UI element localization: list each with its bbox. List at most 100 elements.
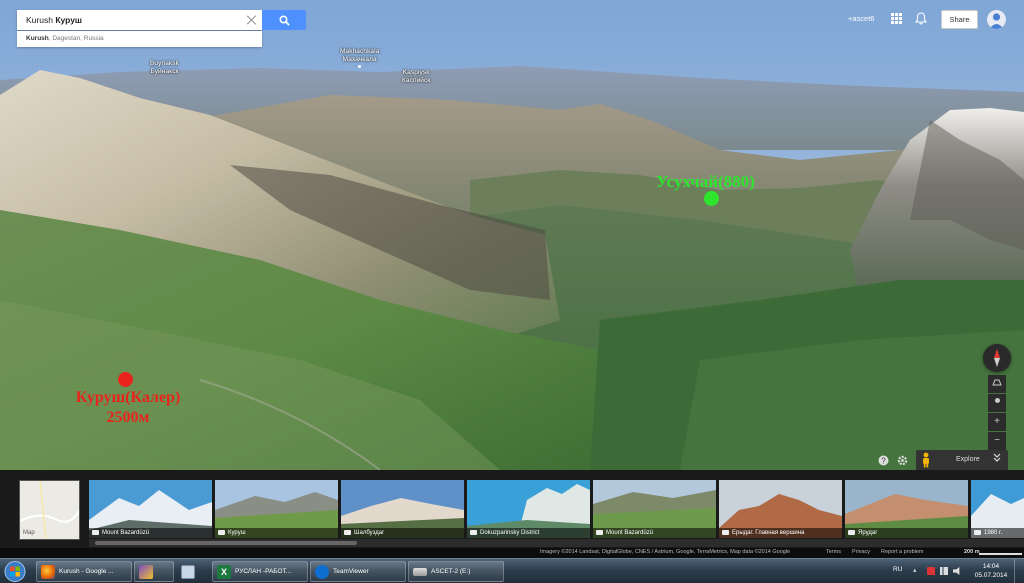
- search-query-latin: Kurush: [26, 15, 53, 25]
- svg-text:?: ?: [881, 456, 886, 465]
- report-problem-link[interactable]: Report a problem: [881, 549, 924, 555]
- scale-label: 200 m: [964, 549, 980, 555]
- clock-date[interactable]: 05.07.2014: [971, 572, 1011, 579]
- thumb-caption: Куруш: [228, 530, 246, 536]
- windows-taskbar: Kurush - Google ... X РУСЛАН -РАБОТ... T…: [0, 558, 1024, 583]
- photo-thumbnail[interactable]: 1980 г.: [971, 480, 1024, 538]
- thumb-caption: 1980 г.: [984, 530, 1003, 536]
- privacy-link[interactable]: Privacy: [852, 549, 870, 555]
- thumb-caption: Dokuzparinsky District: [480, 530, 540, 536]
- city-local-name: Буйнакск: [150, 68, 179, 75]
- tilt-control[interactable]: [988, 375, 1006, 393]
- photo-thumbnail[interactable]: Куруш: [215, 480, 338, 538]
- taskbar-item-teamviewer[interactable]: TeamViewer: [310, 561, 406, 582]
- calculator-icon: [181, 564, 195, 579]
- chevron-up-icon[interactable]: ▴: [913, 567, 921, 575]
- scale-bar: [979, 553, 1022, 555]
- suggestion-bold: Kurush: [26, 35, 49, 42]
- explore-label[interactable]: Explore: [956, 456, 980, 463]
- firefox-icon: [41, 564, 55, 579]
- photo-thumbnail[interactable]: Mount Bazardüzü: [593, 480, 716, 538]
- gear-icon[interactable]: [895, 453, 909, 467]
- taskbar-item-app[interactable]: [134, 561, 174, 582]
- avatar[interactable]: [987, 10, 1006, 29]
- user-name-link[interactable]: +ascet6: [848, 14, 874, 23]
- share-button[interactable]: Share: [941, 10, 978, 29]
- my-location-button[interactable]: [988, 394, 1006, 412]
- search-box[interactable]: Kurush Куруш: [17, 10, 262, 30]
- thumb-caption: Ерыдаг. Главная вершина: [732, 530, 805, 536]
- taskbar-item-calculator[interactable]: [176, 561, 206, 582]
- teamviewer-icon: [315, 564, 329, 579]
- map-label-makhachkala: Makhachkala Махачкала: [340, 48, 379, 68]
- taskbar-item-label: TeamViewer: [333, 568, 369, 575]
- thumb-caption: Mount Bazardüzü: [102, 530, 150, 536]
- zoom-out-button[interactable]: −: [988, 432, 1006, 450]
- compass-control[interactable]: [983, 344, 1011, 372]
- terms-link[interactable]: Terms: [826, 549, 841, 555]
- taskbar-item-firefox[interactable]: Kurush - Google ...: [36, 561, 132, 582]
- drive-icon: [413, 567, 427, 576]
- photo-thumbnail[interactable]: Ерыдаг. Главная вершина: [719, 480, 842, 538]
- apps-grid-icon[interactable]: [891, 13, 902, 24]
- chevron-down-icon[interactable]: [993, 453, 1001, 462]
- kurush-label-name: Куруш(Калер): [75, 389, 181, 406]
- usukhchay-label: Усухчай(880): [656, 172, 755, 191]
- search-suggestion[interactable]: Kurush, Dagestan, Russia: [17, 31, 262, 47]
- kurush-label-elevation: 2500м: [106, 409, 150, 426]
- taskbar-item-label: РУСЛАН -РАБОТ...: [235, 568, 292, 575]
- photo-thumbnail[interactable]: Mount Bazardüzü: [89, 480, 212, 538]
- flag-icon[interactable]: [927, 567, 935, 575]
- start-button[interactable]: [3, 560, 27, 583]
- excel-icon: X: [217, 564, 231, 579]
- taskbar-item-label: ASCET-2 (E:): [431, 568, 471, 575]
- network-icon[interactable]: [940, 567, 948, 575]
- photo-strip: Map Mount Bazardüzü Куруш Шалбуздаг Doku…: [0, 470, 1024, 548]
- map-label-buynaksk: Buynaksk Буйнакск: [150, 60, 179, 76]
- photo-thumbnail[interactable]: Ярудаг: [845, 480, 968, 538]
- photo-thumbnail[interactable]: Dokuzparinsky District: [467, 480, 590, 538]
- bottom-tools: ?: [876, 450, 914, 470]
- pegman-icon[interactable]: [920, 452, 932, 468]
- kurush-label: Куруш(Калер) 2500м: [66, 388, 190, 428]
- photo-thumbnail[interactable]: Шалбуздаг: [341, 480, 464, 538]
- taskbar-item-excel[interactable]: X РУСЛАН -РАБОТ...: [212, 561, 308, 582]
- close-icon[interactable]: [246, 14, 258, 26]
- earth-3d-view[interactable]: Buynaksk Буйнакск Makhachkala Махачкала …: [0, 0, 1024, 470]
- city-local-name: Махачкала: [342, 56, 377, 63]
- search-button[interactable]: [262, 10, 306, 30]
- clock-time[interactable]: 14:04: [974, 563, 1008, 570]
- google-maps-earth-window: Buynaksk Буйнакск Makhachkala Махачкала …: [0, 0, 1024, 583]
- location-icon: [994, 398, 1000, 403]
- kurush-pin[interactable]: [118, 372, 133, 387]
- photo-strip-scrollbar[interactable]: [89, 539, 1024, 547]
- search-input[interactable]: Kurush Куруш: [26, 15, 246, 25]
- thumb-caption: Шалбуздаг: [354, 530, 385, 536]
- show-desktop-button[interactable]: [1014, 559, 1024, 583]
- zoom-in-button[interactable]: +: [988, 413, 1006, 431]
- compass-icon: [994, 349, 1000, 367]
- map-thumb-label: Map: [23, 530, 35, 536]
- taskbar-item-label: Kurush - Google ...: [59, 568, 114, 575]
- scrollbar-thumb[interactable]: [95, 541, 357, 545]
- search-icon: [278, 14, 290, 26]
- suggestion-rest: , Dagestan, Russia: [48, 35, 104, 42]
- city-name: Buynaksk: [150, 60, 179, 67]
- map-view-thumbnail[interactable]: Map: [19, 480, 80, 540]
- city-local-name: Каспийск: [402, 77, 431, 84]
- language-indicator[interactable]: RU: [893, 566, 902, 573]
- map-label-kaspiysk: Kaspiysk Каспийск: [402, 69, 430, 85]
- thumb-caption: Mount Bazardüzü: [606, 530, 654, 536]
- volume-icon[interactable]: [953, 567, 960, 575]
- usukhchay-pin[interactable]: [704, 191, 719, 206]
- attribution-bar: Imagery ©2014 Landsat, DigitalGlobe, CNE…: [0, 548, 1024, 558]
- taskbar-item-explorer[interactable]: ASCET-2 (E:): [408, 561, 504, 582]
- city-name: Makhachkala: [340, 48, 380, 55]
- thumb-caption: Ярудаг: [858, 530, 878, 536]
- user-avatar-icon: [989, 13, 1004, 29]
- city-name: Kaspiysk: [402, 69, 430, 76]
- search-query-cyrillic: Куруш: [55, 15, 83, 25]
- help-icon[interactable]: ?: [876, 453, 890, 467]
- notifications-bell-icon[interactable]: [915, 12, 927, 25]
- city-dot: [358, 65, 362, 68]
